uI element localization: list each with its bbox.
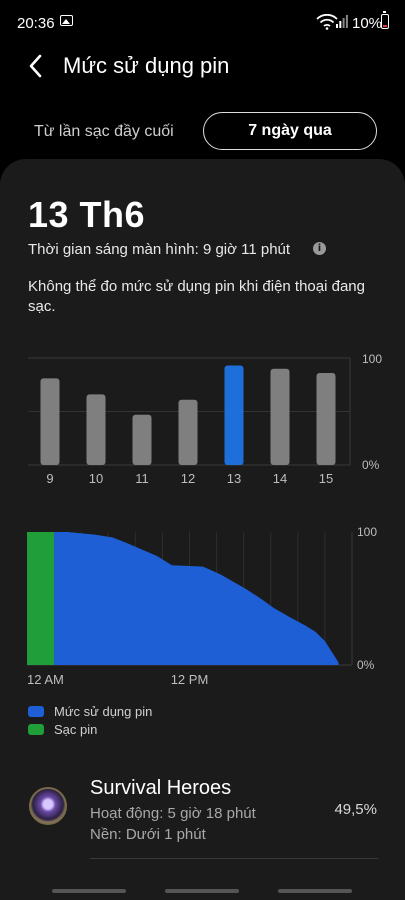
app-header: Mức sử dụng pin xyxy=(0,46,405,90)
status-time: 20:36 xyxy=(17,15,55,32)
nav-back-button[interactable] xyxy=(278,889,352,893)
signal-icon xyxy=(336,15,348,28)
app-usage-percent: 49,5% xyxy=(334,801,377,818)
x-tick-label: 15 xyxy=(319,471,333,486)
bar-day-9[interactable] xyxy=(40,378,60,465)
game-app-icon[interactable] xyxy=(29,787,67,825)
nav-home-button[interactable] xyxy=(165,889,239,893)
bar-day-11[interactable] xyxy=(132,414,152,465)
bar-day-12[interactable] xyxy=(178,399,198,465)
status-bar: 20:36 10% xyxy=(0,0,405,46)
x-tick-label: 12 xyxy=(181,471,195,486)
x-tick-label: 12 PM xyxy=(171,672,209,687)
nav-recents-button[interactable] xyxy=(52,889,126,893)
battery-icon xyxy=(381,11,389,29)
daily-usage-bar-chart: 100 0% 9 10 11 12 13 14 15 xyxy=(28,352,382,486)
bar-day-10[interactable] xyxy=(86,394,106,465)
image-icon xyxy=(60,15,73,26)
hourly-usage-area-chart: 100 0% 12 AM 12 PM xyxy=(27,525,377,687)
charging-area xyxy=(27,532,55,665)
screen-time-text: Thời gian sáng màn hình: 9 giờ 11 phút xyxy=(28,241,291,258)
bar-day-15[interactable] xyxy=(316,372,336,465)
charging-note: Không thể đo mức sử dụng pin khi điện th… xyxy=(28,278,365,315)
usage-area xyxy=(54,532,339,665)
page-title: Mức sử dụng pin xyxy=(63,53,230,78)
app-name[interactable]: Survival Heroes xyxy=(90,777,231,800)
legend-swatch xyxy=(28,723,44,735)
list-divider xyxy=(90,858,378,859)
range-option-since-full-charge[interactable]: Từ lần sạc đầy cuối xyxy=(34,123,174,141)
x-tick-label: 14 xyxy=(273,471,287,486)
app-background-time: Nền: Dưới 1 phút xyxy=(90,826,206,843)
legend-label: Sạc pin xyxy=(54,721,98,737)
x-tick-label: 11 xyxy=(135,471,149,486)
legend-item: Mức sử dụng pin xyxy=(28,703,152,719)
y-tick-label: 100 xyxy=(357,525,377,539)
bar-day-13[interactable] xyxy=(224,365,244,465)
back-arrow-icon[interactable] xyxy=(22,52,50,80)
legend-swatch xyxy=(28,705,44,717)
x-tick-label: 9 xyxy=(46,471,53,486)
legend-label: Mức sử dụng pin xyxy=(54,703,153,719)
range-selected-label: 7 ngày qua xyxy=(248,122,332,139)
y-tick-label: 0% xyxy=(357,658,375,672)
y-tick-label: 0% xyxy=(362,458,380,472)
bar-day-14[interactable] xyxy=(270,368,290,465)
x-tick-label: 10 xyxy=(89,471,103,486)
x-tick-label: 13 xyxy=(227,471,241,486)
wifi-icon xyxy=(316,14,338,30)
legend-item: Sạc pin xyxy=(28,721,97,737)
info-icon[interactable]: i xyxy=(313,242,326,255)
range-option-7-days[interactable]: 7 ngày qua xyxy=(203,112,377,150)
selected-date: 13 Th6 xyxy=(28,194,146,235)
app-active-time: Hoạt động: 5 giờ 18 phút xyxy=(90,805,256,822)
x-tick-label: 12 AM xyxy=(27,672,64,687)
battery-percent: 10% xyxy=(352,15,383,32)
y-tick-label: 100 xyxy=(362,352,382,366)
